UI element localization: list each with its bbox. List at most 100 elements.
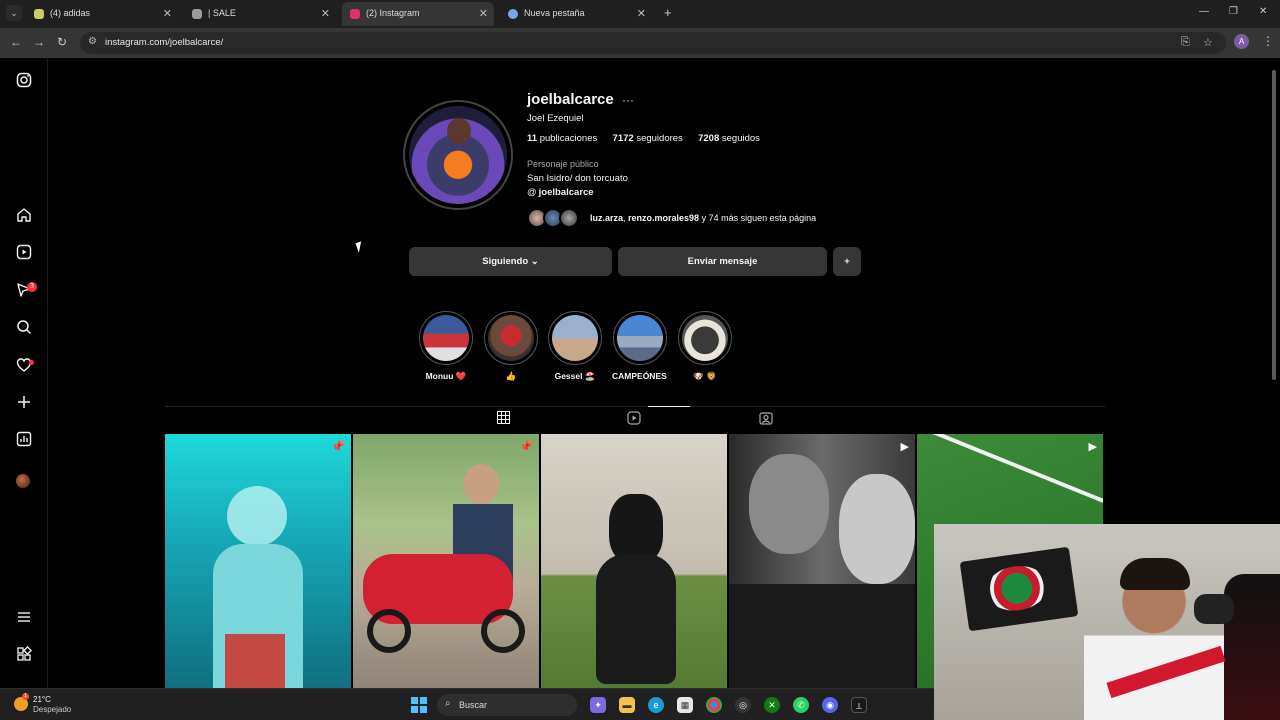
highlight-item[interactable]: 👍 bbox=[483, 311, 539, 382]
post-thumbnail[interactable]: 📌 bbox=[165, 434, 351, 688]
followers-stat[interactable]: 7172 seguidores bbox=[613, 133, 683, 144]
url-text[interactable]: instagram.com/joelbalcarce/ bbox=[105, 37, 223, 48]
chrome-icon[interactable] bbox=[706, 697, 722, 713]
close-tab-icon[interactable]: ✕ bbox=[637, 7, 646, 20]
highlight-cover bbox=[423, 315, 469, 361]
active-tab-indicator bbox=[648, 406, 690, 407]
profile-bio: San Isidro/ don torcuato bbox=[527, 173, 628, 184]
photo-content bbox=[367, 609, 411, 653]
search-icon[interactable] bbox=[14, 319, 34, 339]
profile-avatar-icon[interactable] bbox=[16, 474, 30, 488]
taskbar-search[interactable]: ⌕ Buscar bbox=[437, 694, 577, 716]
reels-icon[interactable] bbox=[14, 244, 34, 264]
store-icon[interactable]: ▦ bbox=[677, 697, 693, 713]
highlight-label: CAMPEÓNES ... bbox=[612, 371, 668, 381]
highlight-label: 🐶 🦁 bbox=[693, 371, 717, 381]
more-menu-icon[interactable] bbox=[14, 609, 34, 629]
chrome-favicon-icon bbox=[508, 9, 518, 19]
profile-avatar[interactable] bbox=[403, 100, 513, 210]
tab-new-tab[interactable]: Nueva pestaña ✕ bbox=[500, 2, 652, 26]
meta-apps-icon[interactable] bbox=[14, 646, 34, 666]
close-tab-icon[interactable]: ✕ bbox=[163, 7, 172, 20]
send-message-button[interactable]: Enviar mensaje bbox=[618, 247, 827, 276]
highlight-item[interactable]: Gessel 🏖️ bbox=[547, 311, 603, 382]
tab-adidas[interactable]: (4) adidas ✕ bbox=[26, 2, 178, 26]
windows-start-icon[interactable] bbox=[411, 697, 427, 713]
home-icon[interactable] bbox=[14, 207, 34, 227]
close-window-icon[interactable]: ✕ bbox=[1259, 6, 1267, 17]
threads-link[interactable]: @ joelbalcarce bbox=[527, 187, 594, 198]
photo-content bbox=[596, 554, 676, 684]
instagram-logo-icon[interactable] bbox=[14, 72, 34, 92]
tab-instagram[interactable]: (2) Instagram ✕ bbox=[342, 2, 494, 26]
page-scrollbar[interactable] bbox=[1270, 60, 1278, 520]
post-thumbnail[interactable] bbox=[541, 434, 727, 688]
discord-icon[interactable]: ◉ bbox=[822, 697, 838, 713]
add-person-icon: + bbox=[844, 256, 850, 267]
windows-taskbar: 1 21°C Despejado ⌕ Buscar ✦ ▬ e ▦ ◎ ✕ ✆ … bbox=[0, 688, 934, 720]
suggest-users-button[interactable]: + bbox=[833, 247, 861, 276]
tab-search-button[interactable]: ⌄ bbox=[6, 5, 22, 21]
back-icon[interactable]: ← bbox=[10, 35, 22, 49]
steam-icon[interactable]: ◎ bbox=[735, 697, 751, 713]
highlight-cover bbox=[552, 315, 598, 361]
photo-content bbox=[839, 474, 915, 584]
browser-profile-avatar[interactable]: A bbox=[1234, 34, 1249, 49]
xbox-icon[interactable]: ✕ bbox=[764, 697, 780, 713]
site-info-icon[interactable]: ⚙ bbox=[88, 36, 97, 47]
streamer-hair bbox=[1120, 558, 1190, 590]
reload-icon[interactable]: ↻ bbox=[57, 35, 67, 49]
following-stat[interactable]: 7208 seguidos bbox=[698, 133, 760, 144]
restore-icon[interactable]: ❐ bbox=[1229, 6, 1238, 17]
mutual-followers-avatars[interactable] bbox=[527, 208, 587, 228]
weather-condition[interactable]: Despejado bbox=[33, 705, 71, 714]
following-button[interactable]: Siguiendo ⌄ bbox=[409, 247, 612, 276]
posts-stat: 11 publicaciones bbox=[527, 133, 598, 144]
edge-icon[interactable]: e bbox=[648, 697, 664, 713]
copilot-icon[interactable]: ✦ bbox=[590, 697, 606, 713]
gaming-chair bbox=[1224, 574, 1280, 720]
threads-icon: @ bbox=[527, 187, 537, 198]
webcam-overlay bbox=[934, 524, 1280, 720]
adidas-favicon-icon bbox=[34, 9, 44, 19]
weather-badge: 1 bbox=[22, 693, 29, 700]
post-thumbnail[interactable]: ▶ bbox=[729, 434, 915, 688]
close-tab-icon[interactable]: ✕ bbox=[321, 7, 330, 20]
scrollbar-thumb[interactable] bbox=[1272, 70, 1276, 380]
address-bar[interactable]: ⚙ instagram.com/joelbalcarce/ bbox=[80, 32, 1226, 54]
weather-temperature[interactable]: 21°C bbox=[33, 695, 51, 704]
bookmark-star-icon[interactable]: ☆ bbox=[1203, 36, 1213, 49]
microphone bbox=[1194, 594, 1234, 624]
highlight-item[interactable]: CAMPEÓNES ... bbox=[612, 311, 668, 381]
forward-icon[interactable]: → bbox=[33, 35, 45, 49]
posts-grid-tab-icon[interactable] bbox=[497, 411, 510, 427]
mutual-avatar bbox=[559, 208, 579, 228]
close-tab-icon[interactable]: ✕ bbox=[479, 7, 488, 20]
tab-title: | SALE bbox=[208, 8, 236, 18]
photo-content bbox=[729, 584, 915, 688]
tab-sale[interactable]: | SALE ✕ bbox=[184, 2, 336, 26]
profile-category: Personaje público bbox=[527, 159, 599, 169]
highlight-label: Monuu ❤️ bbox=[425, 371, 467, 381]
new-tab-button[interactable]: + bbox=[664, 5, 672, 20]
post-thumbnail[interactable]: 📌 bbox=[353, 434, 539, 688]
capcut-icon[interactable]: ⟂ bbox=[851, 697, 867, 713]
reel-icon: ▶ bbox=[900, 441, 909, 453]
photo-content bbox=[225, 634, 285, 688]
followed-by-text[interactable]: luz.arza, renzo.morales98 y 74 más sigue… bbox=[590, 213, 816, 223]
profile-username: joelbalcarce bbox=[527, 91, 614, 108]
create-plus-icon[interactable] bbox=[14, 394, 34, 414]
minimize-icon[interactable]: — bbox=[1199, 6, 1209, 17]
highlight-item[interactable]: Monuu ❤️ bbox=[418, 311, 474, 382]
tagged-tab-icon[interactable] bbox=[759, 411, 773, 428]
profile-options-icon[interactable]: ··· bbox=[622, 93, 634, 107]
browser-menu-icon[interactable]: ⋮ bbox=[1262, 34, 1274, 48]
chevron-down-icon: ⌄ bbox=[530, 256, 539, 267]
notification-dot bbox=[29, 360, 34, 365]
highlight-item[interactable]: 🐶 🦁 bbox=[677, 311, 733, 382]
whatsapp-icon[interactable]: ✆ bbox=[793, 697, 809, 713]
install-app-icon[interactable]: ⎘ bbox=[1181, 36, 1190, 49]
reels-tab-icon[interactable] bbox=[627, 411, 641, 428]
dashboard-icon[interactable] bbox=[14, 431, 34, 451]
file-explorer-icon[interactable]: ▬ bbox=[619, 697, 635, 713]
